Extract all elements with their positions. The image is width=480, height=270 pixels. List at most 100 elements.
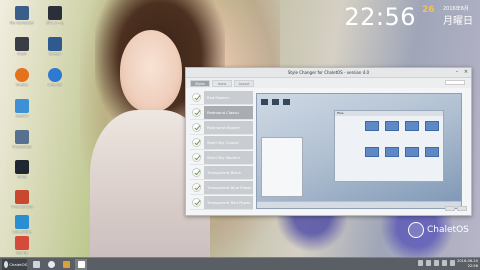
- desktop-icon: [32, 260, 40, 268]
- preview-desktop-icons: [261, 99, 290, 105]
- desktop-icon-gimp[interactable]: Gimp: [3, 160, 41, 179]
- folder-icon: [425, 147, 439, 157]
- firefox-icon: [15, 68, 29, 82]
- folder-icon: [385, 147, 399, 157]
- search-icon: [47, 260, 55, 268]
- preview-start-menu: [261, 137, 303, 197]
- cancel-button[interactable]: [457, 206, 467, 211]
- list-item-label: Transparent Black Power: [204, 165, 253, 188]
- folder-icon: [425, 121, 439, 131]
- style-changer-window: Style Changer for ChaletOS - version 4.0…: [185, 67, 472, 216]
- desktop-icon-translation[interactable]: Translation: [3, 130, 41, 149]
- window-titlebar[interactable]: Style Changer for ChaletOS - version 4.0…: [186, 68, 471, 78]
- desktop-icon-thunderbird[interactable]: Thunderbird: [3, 190, 41, 209]
- list-item[interactable]: Transparent Red Power: [190, 195, 253, 210]
- keyboard-icon[interactable]: [426, 260, 431, 266]
- check-icon: [192, 122, 201, 132]
- close-button[interactable]: ×: [462, 69, 470, 76]
- desktop-icon-search[interactable]: Search: [3, 99, 41, 118]
- desktop-icon-setup[interactable]: Set Up: [3, 236, 41, 255]
- mail-icon: [15, 190, 29, 204]
- desktop-icon-label: Set Up: [16, 251, 28, 255]
- desktop: { "clock": { "time": "22:56", "seconds":…: [0, 0, 480, 270]
- check-icon: [192, 182, 201, 192]
- desktop-icon-label: Search: [15, 114, 29, 118]
- document-icon: [15, 215, 29, 229]
- desktop-icon-screen[interactable]: Screen: [36, 37, 74, 56]
- list-item-label: Redmond Modern: [204, 120, 253, 134]
- wallpaper-face: [120, 30, 182, 112]
- clock-date: 2016年6月: [443, 6, 469, 12]
- folder-icon: [405, 121, 419, 131]
- setup-icon: [15, 236, 29, 250]
- check-icon: [192, 137, 201, 147]
- ok-button[interactable]: [445, 206, 455, 211]
- system-tray: [418, 260, 455, 266]
- desktop-icon-label: Screen: [48, 52, 62, 56]
- preview-file-window: Files: [334, 110, 444, 182]
- folder-icon: [365, 147, 379, 157]
- folder-icon: [365, 121, 379, 131]
- check-icon: [192, 197, 201, 207]
- style-changer-taskbar-button[interactable]: [75, 258, 87, 270]
- list-item-label: Transparent Red Power: [204, 195, 253, 209]
- volume-icon[interactable]: [434, 260, 439, 266]
- list-item[interactable]: Transparent Black Power: [190, 165, 253, 188]
- chaletos-logo: ChaletOS: [408, 222, 469, 238]
- list-item[interactable]: Steel Sky Classic: [190, 135, 253, 150]
- search-taskbar-button[interactable]: [45, 259, 57, 270]
- desktop-icon-drive[interactable]: ボリューム: [36, 6, 74, 25]
- globe-icon: [48, 68, 62, 82]
- desktop-icon-label: ボリューム: [46, 21, 64, 25]
- tab-icons[interactable]: Icons: [212, 80, 232, 87]
- desktop-icon-label: Translation: [12, 145, 32, 149]
- folder-icon: [62, 260, 70, 268]
- taskbar: ChaletOS 2016-06-20 22:56: [0, 257, 480, 270]
- desktop-icon-label: Gimp: [17, 175, 27, 179]
- folder-icon: [385, 121, 399, 131]
- clock-seconds: 26: [422, 5, 435, 15]
- screen-icon: [48, 37, 62, 51]
- list-item[interactable]: Redmond Modern: [190, 120, 253, 135]
- check-icon: [192, 152, 201, 162]
- search-icon: [15, 99, 29, 113]
- check-icon: [192, 167, 201, 177]
- trash-icon: [15, 37, 29, 51]
- tab-bar: Styles Icons Layout: [186, 78, 471, 88]
- mail-icon[interactable]: [450, 260, 455, 266]
- list-item-label: Redmond Classic: [204, 105, 253, 119]
- clock-weekday: 月曜日: [443, 16, 473, 27]
- start-icon: [4, 260, 9, 268]
- translate-icon: [15, 130, 29, 144]
- window-title: Style Changer for ChaletOS - version 4.0: [287, 70, 370, 75]
- list-item[interactable]: Transparent Blue Power: [190, 180, 253, 195]
- desktop-icon-label: LibreOffice: [12, 230, 32, 234]
- start-button[interactable]: ChaletOS: [2, 258, 27, 270]
- style-list: Red Modern Redmond Classic Redmond Moder…: [190, 90, 253, 212]
- computer-icon: [15, 6, 29, 20]
- battery-icon[interactable]: [442, 260, 447, 266]
- list-item-label: Steel Sky Modern: [204, 150, 253, 164]
- start-label: ChaletOS: [9, 261, 27, 267]
- taskbar-clock[interactable]: 2016-06-20 22:56: [457, 259, 478, 269]
- list-item-label: Transparent Blue Power: [204, 180, 253, 194]
- desktop-icons: My Computer ボリューム Trash Screen Firefox I…: [0, 0, 80, 256]
- tab-layout[interactable]: Layout: [234, 80, 254, 87]
- taskbar-time: 22:56: [467, 264, 478, 268]
- tab-styles[interactable]: Styles: [190, 80, 210, 87]
- desktop-icon-internet[interactable]: Internet: [36, 68, 74, 87]
- preview-window-title: Files: [335, 111, 443, 116]
- minimize-button[interactable]: –: [453, 69, 461, 76]
- style-changer-icon: [77, 260, 85, 268]
- list-item-label: Steel Sky Classic: [204, 135, 253, 149]
- drive-icon: [48, 6, 62, 20]
- search-input[interactable]: [445, 80, 465, 85]
- list-item[interactable]: Red Modern: [190, 90, 253, 105]
- network-icon[interactable]: [418, 260, 423, 266]
- style-preview: Files: [256, 93, 462, 209]
- list-item[interactable]: Redmond Classic: [190, 105, 253, 120]
- list-item[interactable]: Steel Sky Modern: [190, 150, 253, 165]
- desktop-icon-libreoffice[interactable]: LibreOffice: [3, 215, 41, 234]
- show-desktop-button[interactable]: [30, 259, 42, 270]
- files-taskbar-button[interactable]: [60, 259, 72, 270]
